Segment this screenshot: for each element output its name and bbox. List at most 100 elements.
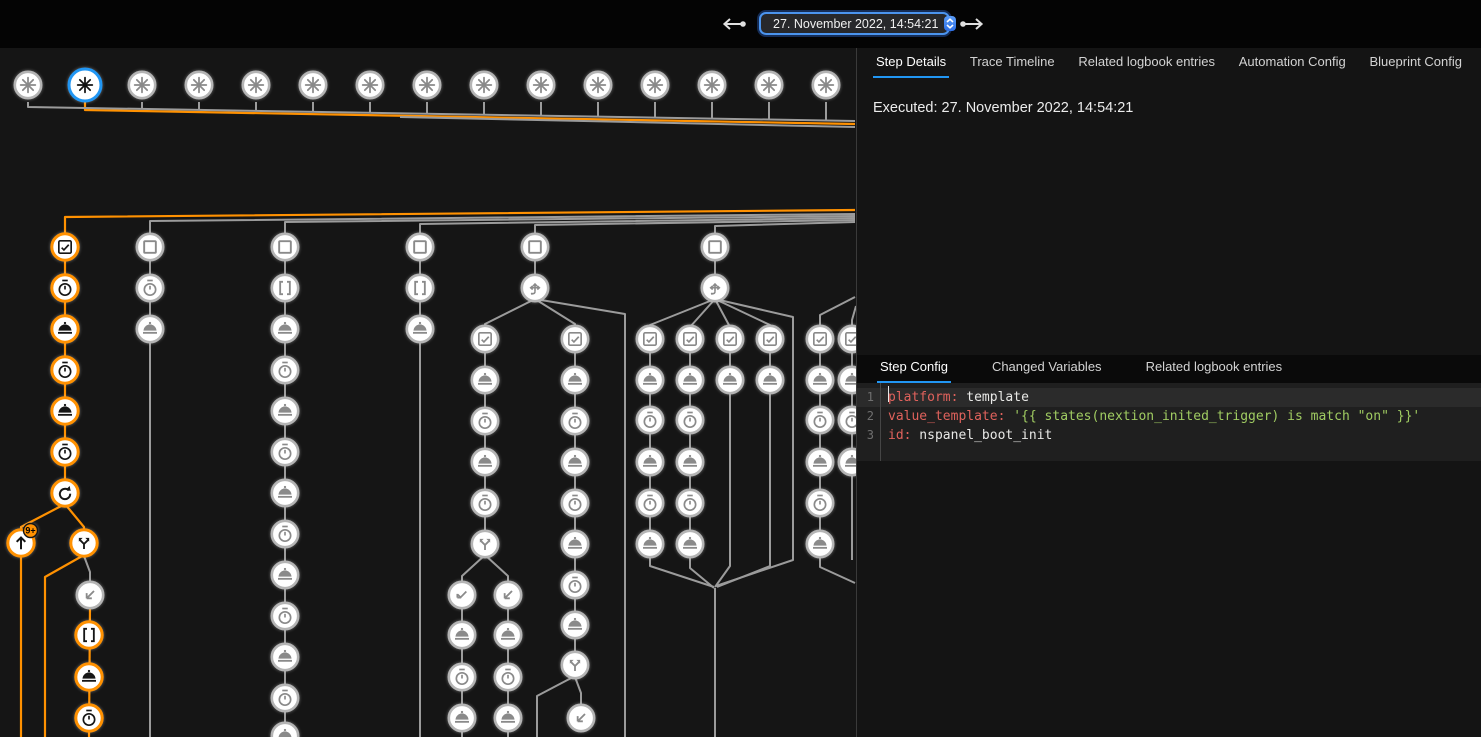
graph-node-service-call-icon[interactable]	[717, 367, 743, 393]
graph-node-condition-checked-icon[interactable]	[562, 326, 588, 352]
graph-node-call-split-icon[interactable]	[71, 530, 97, 556]
graph-node-check-arrow-icon[interactable]	[449, 582, 475, 608]
graph-node-service-call-icon[interactable]	[807, 449, 833, 475]
graph-node-delay-timer-icon[interactable]	[807, 407, 833, 433]
graph-node-condition-blank-icon[interactable]	[137, 234, 163, 260]
graph-node-trigger-asterisk-icon[interactable]	[243, 72, 269, 98]
tab-changed-variables[interactable]: Changed Variables	[989, 353, 1105, 383]
graph-node-call-split-icon[interactable]	[562, 652, 588, 678]
graph-node-service-call-icon[interactable]	[637, 531, 663, 557]
graph-node-service-call-icon[interactable]	[637, 449, 663, 475]
graph-node-condition-blank-icon[interactable]	[407, 234, 433, 260]
graph-node-service-call-icon[interactable]	[562, 367, 588, 393]
graph-node-service-call-icon[interactable]	[272, 480, 298, 506]
tab-related-logbook-entries[interactable]: Related logbook entries	[1075, 48, 1218, 78]
graph-node-service-call-icon[interactable]	[52, 398, 78, 424]
graph-node-call-split-icon[interactable]	[472, 531, 498, 557]
graph-node-delay-timer-icon[interactable]	[272, 685, 298, 711]
graph-node-condition-blank-icon[interactable]	[272, 234, 298, 260]
graph-node-condition-checked-icon[interactable]	[757, 326, 783, 352]
graph-node-trigger-asterisk-icon[interactable]	[129, 72, 155, 98]
graph-node-trigger-asterisk-icon[interactable]	[186, 72, 212, 98]
graph-node-delay-timer-icon[interactable]	[472, 408, 498, 434]
graph-node-service-call-icon[interactable]	[272, 644, 298, 670]
yaml-code-editor[interactable]: 1platform: template2value_template: '{{ …	[857, 383, 1481, 461]
graph-node-trigger-asterisk-icon[interactable]	[300, 72, 326, 98]
graph-node-condition-checked-icon[interactable]	[717, 326, 743, 352]
graph-node-trigger-asterisk-icon[interactable]	[585, 72, 611, 98]
graph-node-service-call-icon[interactable]	[562, 531, 588, 557]
trace-timestamp-select[interactable]: 27. November 2022, 14:54:21	[759, 12, 950, 35]
graph-node-choose-icon[interactable]	[522, 275, 548, 301]
graph-node-repeat-icon[interactable]	[52, 480, 78, 506]
graph-node-delay-timer-icon[interactable]	[677, 407, 703, 433]
graph-node-delay-timer-icon[interactable]	[272, 521, 298, 547]
graph-node-trigger-asterisk-icon[interactable]	[642, 72, 668, 98]
graph-node-condition-blank-icon[interactable]	[522, 234, 548, 260]
graph-node-service-call-icon[interactable]	[677, 449, 703, 475]
graph-node-condition-blank-icon[interactable]	[702, 234, 728, 260]
graph-node-delay-timer-icon[interactable]	[637, 407, 663, 433]
graph-node-service-call-icon[interactable]	[472, 367, 498, 393]
graph-node-service-call-icon[interactable]	[839, 367, 856, 393]
tab-automation-config[interactable]: Automation Config	[1236, 48, 1349, 78]
graph-node-service-call-icon[interactable]	[807, 531, 833, 557]
graph-node-trigger-asterisk-icon[interactable]	[699, 72, 725, 98]
graph-node-delay-timer-icon[interactable]	[677, 490, 703, 516]
graph-node-sequence-brackets-icon[interactable]	[407, 275, 433, 301]
graph-node-service-call-icon[interactable]	[137, 316, 163, 342]
graph-node-condition-checked-icon[interactable]	[677, 326, 703, 352]
previous-trace-button[interactable]	[719, 16, 747, 32]
graph-node-sequence-brackets-icon[interactable]	[272, 275, 298, 301]
graph-node-delay-timer-icon[interactable]	[807, 490, 833, 516]
graph-node-service-call-icon[interactable]	[839, 449, 856, 475]
graph-node-service-call-icon[interactable]	[76, 664, 102, 690]
automation-trace-graph[interactable]: 9+	[0, 48, 856, 737]
graph-node-delay-timer-icon[interactable]	[562, 408, 588, 434]
graph-node-service-call-icon[interactable]	[472, 449, 498, 475]
graph-node-delay-timer-icon[interactable]	[52, 439, 78, 465]
graph-node-service-call-icon[interactable]	[272, 398, 298, 424]
graph-node-delay-timer-icon[interactable]	[272, 439, 298, 465]
graph-node-condition-checked-icon[interactable]	[807, 326, 833, 352]
graph-node-condition-checked-icon[interactable]	[472, 326, 498, 352]
tab-step-details[interactable]: Step Details	[873, 48, 949, 78]
tab-step-config[interactable]: Step Config	[877, 353, 951, 383]
graph-node-service-call-icon[interactable]	[495, 705, 521, 731]
graph-node-delay-timer-icon[interactable]	[562, 572, 588, 598]
graph-node-delay-timer-icon[interactable]	[495, 664, 521, 690]
graph-node-delay-timer-icon[interactable]	[839, 407, 856, 433]
graph-node-choose-icon[interactable]	[702, 275, 728, 301]
graph-node-arrow-up-icon[interactable]: 9+	[8, 524, 38, 557]
graph-node-trigger-asterisk-icon[interactable]	[414, 72, 440, 98]
next-trace-button[interactable]	[959, 16, 987, 32]
graph-node-sequence-brackets-icon[interactable]	[76, 622, 102, 648]
graph-node-arrow-bottom-left-icon[interactable]	[568, 705, 594, 731]
graph-node-service-call-icon[interactable]	[562, 449, 588, 475]
graph-node-delay-timer-icon[interactable]	[272, 603, 298, 629]
graph-node-service-call-icon[interactable]	[449, 705, 475, 731]
graph-node-service-call-icon[interactable]	[677, 531, 703, 557]
graph-node-service-call-icon[interactable]	[52, 316, 78, 342]
graph-node-trigger-asterisk-icon[interactable]	[15, 72, 41, 98]
graph-node-arrow-bottom-left-icon[interactable]	[77, 582, 103, 608]
graph-node-delay-timer-icon[interactable]	[272, 357, 298, 383]
graph-node-service-call-icon[interactable]	[637, 367, 663, 393]
graph-node-service-call-icon[interactable]	[272, 562, 298, 588]
graph-node-delay-timer-icon[interactable]	[52, 275, 78, 301]
graph-node-delay-timer-icon[interactable]	[562, 490, 588, 516]
graph-node-condition-checked-icon[interactable]	[52, 234, 78, 260]
graph-node-service-call-icon[interactable]	[807, 367, 833, 393]
graph-node-service-call-icon[interactable]	[495, 622, 521, 648]
graph-node-trigger-asterisk-icon[interactable]	[756, 72, 782, 98]
tab-trace-timeline[interactable]: Trace Timeline	[967, 48, 1058, 78]
graph-node-service-call-icon[interactable]	[757, 367, 783, 393]
graph-node-delay-timer-icon[interactable]	[449, 664, 475, 690]
graph-node-condition-checked-icon[interactable]	[637, 326, 663, 352]
graph-node-trigger-asterisk-icon[interactable]	[813, 72, 839, 98]
graph-node-service-call-icon[interactable]	[407, 316, 433, 342]
graph-node-condition-checked-icon[interactable]	[839, 326, 856, 352]
graph-node-arrow-bottom-left-icon[interactable]	[495, 582, 521, 608]
graph-node-trigger-asterisk-icon[interactable]	[471, 72, 497, 98]
graph-node-trigger-asterisk-icon[interactable]	[357, 72, 383, 98]
